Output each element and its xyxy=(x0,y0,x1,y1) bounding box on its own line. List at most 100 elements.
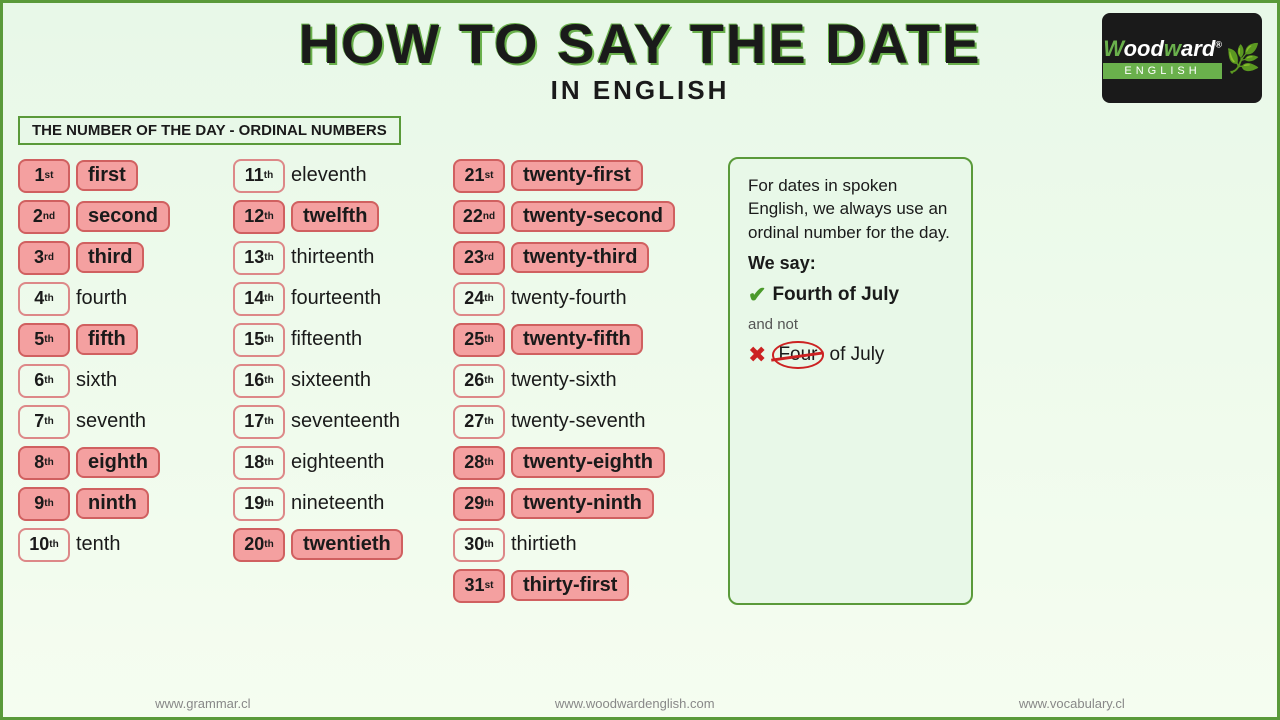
ordinal-badge: 27th xyxy=(453,405,505,439)
cross-icon: ✖ xyxy=(748,342,766,368)
ordinal-word: twenty-eighth xyxy=(511,447,665,478)
correct-example: ✔ Fourth of July xyxy=(748,282,953,308)
ordinal-word: seventh xyxy=(76,410,146,433)
content-row: 1stfirst2ndsecond3rdthird4thfourth5thfif… xyxy=(18,157,1262,605)
ordinal-word: fifth xyxy=(76,324,138,355)
header: HOW TO SAY THE DATE IN ENGLISH Woodward®… xyxy=(18,13,1262,106)
ordinal-badge: 1st xyxy=(18,159,70,193)
ordinal-badge: 12th xyxy=(233,200,285,234)
ordinal-word: twenty-seventh xyxy=(511,410,646,433)
info-paragraph: For dates in spoken English, we always u… xyxy=(748,174,953,245)
logo-brand: Woodward® xyxy=(1103,38,1222,60)
ordinal-word: seventeenth xyxy=(291,410,400,433)
and-not-label: and not xyxy=(748,316,953,333)
col1: 1stfirst2ndsecond3rdthird4thfourth5thfif… xyxy=(18,157,233,605)
list-item: 6th sixth xyxy=(18,362,233,400)
ordinal-badge: 5th xyxy=(18,323,70,357)
ordinal-word: twenty-second xyxy=(511,201,675,232)
ordinal-badge: 31st xyxy=(453,569,505,603)
check-icon: ✔ xyxy=(748,282,766,308)
footer-center: www.woodwardenglish.com xyxy=(555,696,715,711)
list-item: 27th twenty-seventh xyxy=(453,403,713,441)
list-item: 29thtwenty-ninth xyxy=(453,485,713,523)
footer-right: www.vocabulary.cl xyxy=(1019,696,1125,711)
ordinal-badge: 28th xyxy=(453,446,505,480)
ordinal-badge: 24th xyxy=(453,282,505,316)
list-item: 22ndtwenty-second xyxy=(453,198,713,236)
correct-text: Fourth of July xyxy=(772,284,899,306)
ordinal-word: sixth xyxy=(76,369,117,392)
ordinal-word: ninth xyxy=(76,488,149,519)
ordinal-word: twenty-first xyxy=(511,160,643,191)
ordinal-badge: 15th xyxy=(233,323,285,357)
list-item: 7th seventh xyxy=(18,403,233,441)
list-item: 11th eleventh xyxy=(233,157,453,195)
list-item: 18th eighteenth xyxy=(233,444,453,482)
ordinal-badge: 10th xyxy=(18,528,70,562)
list-item: 24th twenty-fourth xyxy=(453,280,713,318)
list-item: 25thtwenty-fifth xyxy=(453,321,713,359)
logo: Woodward® ENGLISH 🌿 xyxy=(1102,13,1262,103)
subtitle: IN ENGLISH xyxy=(18,75,1262,106)
ordinal-badge: 19th xyxy=(233,487,285,521)
list-item: 23rdtwenty-third xyxy=(453,239,713,277)
ordinal-word: eleventh xyxy=(291,164,367,187)
footer: www.grammar.cl www.woodwardenglish.com w… xyxy=(3,696,1277,711)
col2: 11theleventh12thtwelfth13ththirteenth14t… xyxy=(233,157,453,605)
list-item: 13ththirteenth xyxy=(233,239,453,277)
ordinal-badge: 29th xyxy=(453,487,505,521)
section-label: THE NUMBER OF THE DAY - ORDINAL NUMBERS xyxy=(18,116,401,145)
ordinal-badge: 17th xyxy=(233,405,285,439)
ordinal-badge: 2nd xyxy=(18,200,70,234)
ordinal-word: twenty-third xyxy=(511,242,649,273)
list-item: 26thtwenty-sixth xyxy=(453,362,713,400)
list-item: 1stfirst xyxy=(18,157,233,195)
ordinal-badge: 20th xyxy=(233,528,285,562)
list-item: 16th sixteenth xyxy=(233,362,453,400)
list-item: 10th tenth xyxy=(18,526,233,564)
ordinal-word: twelfth xyxy=(291,201,379,232)
list-item: 28thtwenty-eighth xyxy=(453,444,713,482)
ordinal-badge: 7th xyxy=(18,405,70,439)
list-item: 15th fifteenth xyxy=(233,321,453,359)
ordinal-word: tenth xyxy=(76,533,120,556)
list-item: 21sttwenty-first xyxy=(453,157,713,195)
ordinal-word: first xyxy=(76,160,138,191)
ordinal-badge: 6th xyxy=(18,364,70,398)
ordinal-badge: 9th xyxy=(18,487,70,521)
ordinal-badge: 13th xyxy=(233,241,285,275)
list-item: 12thtwelfth xyxy=(233,198,453,236)
list-item: 2ndsecond xyxy=(18,198,233,236)
ordinal-word: sixteenth xyxy=(291,369,371,392)
list-item: 19thnineteenth xyxy=(233,485,453,523)
wrong-example: ✖ Four of July xyxy=(748,341,953,369)
wrong-suffix: of July xyxy=(830,344,885,366)
list-item: 31stthirty-first xyxy=(453,567,713,605)
ordinal-word: thirtieth xyxy=(511,533,577,556)
ordinal-badge: 22nd xyxy=(453,200,505,234)
logo-sub: ENGLISH xyxy=(1103,63,1222,79)
list-item: 9thninth xyxy=(18,485,233,523)
ordinal-word: second xyxy=(76,201,170,232)
list-item: 4thfourth xyxy=(18,280,233,318)
ordinal-word: fourteenth xyxy=(291,287,381,310)
ordinal-word: third xyxy=(76,242,144,273)
ordinal-word: eighth xyxy=(76,447,160,478)
ordinal-word: thirty-first xyxy=(511,570,629,601)
ordinal-word: eighteenth xyxy=(291,451,384,474)
we-say-label: We say: xyxy=(748,253,953,274)
list-item: 20thtwentieth xyxy=(233,526,453,564)
logo-leaf-icon: 🌿 xyxy=(1226,42,1261,75)
wrong-word: Four xyxy=(772,341,823,369)
ordinal-badge: 14th xyxy=(233,282,285,316)
ordinal-word: fifteenth xyxy=(291,328,362,351)
footer-left: www.grammar.cl xyxy=(155,696,250,711)
main-container: HOW TO SAY THE DATE IN ENGLISH Woodward®… xyxy=(0,0,1280,720)
ordinal-word: fourth xyxy=(76,287,127,310)
ordinal-badge: 16th xyxy=(233,364,285,398)
ordinal-badge: 18th xyxy=(233,446,285,480)
list-item: 5thfifth xyxy=(18,321,233,359)
ordinal-word: twenty-fourth xyxy=(511,287,627,310)
ordinal-badge: 11th xyxy=(233,159,285,193)
ordinal-badge: 3rd xyxy=(18,241,70,275)
